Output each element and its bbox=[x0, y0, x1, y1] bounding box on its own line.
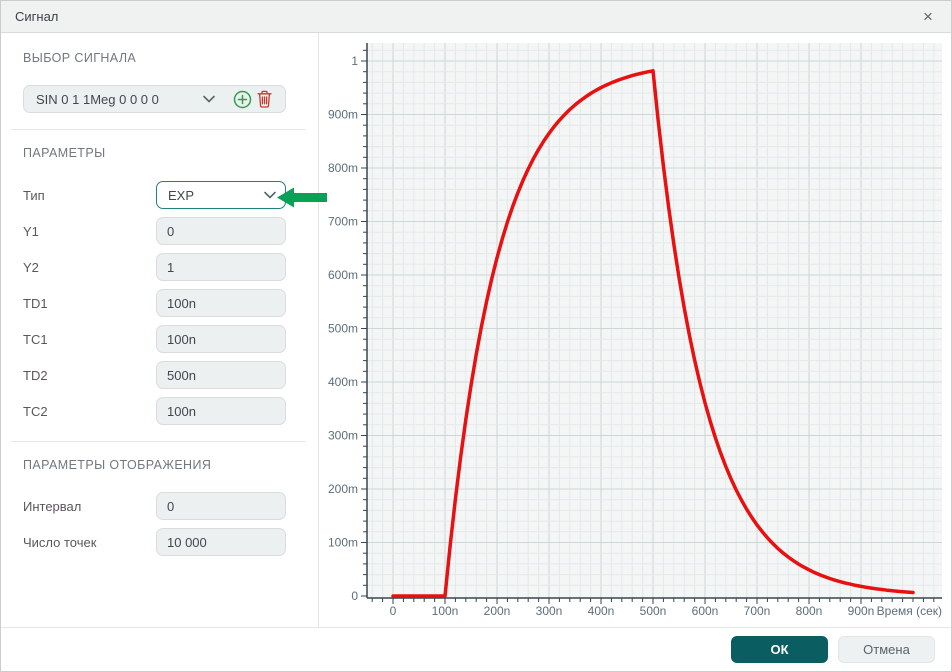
param-label: Число точек bbox=[23, 535, 156, 550]
type-select-value: EXP bbox=[168, 188, 264, 203]
section-signal-select: ВЫБОР СИГНАЛА bbox=[23, 51, 318, 65]
chevron-down-icon bbox=[264, 191, 276, 199]
points-count-field[interactable] bbox=[156, 528, 286, 556]
svg-text:800n: 800n bbox=[796, 604, 823, 618]
tc1-field[interactable] bbox=[156, 325, 286, 353]
svg-text:700n: 700n bbox=[744, 604, 771, 618]
svg-text:600n: 600n bbox=[692, 604, 719, 618]
svg-text:400n: 400n bbox=[588, 604, 615, 618]
param-label: Y2 bbox=[23, 260, 156, 275]
svg-text:500m: 500m bbox=[328, 322, 358, 336]
divider bbox=[11, 441, 306, 442]
signal-plot: 0 100n 200n 300n 400n 500n 600n 700n 800n 900n 0 10… bbox=[319, 33, 950, 627]
param-label: TD1 bbox=[23, 296, 156, 311]
signal-dropdown-value: SIN 0 1 1Meg 0 0 0 0 bbox=[36, 92, 203, 107]
param-row-type: Тип EXP bbox=[23, 181, 318, 209]
param-label: Тип bbox=[23, 188, 156, 203]
cancel-button[interactable]: Отмена bbox=[838, 636, 935, 663]
titlebar: Сигнал × bbox=[1, 1, 951, 33]
footer: ОК Отмена bbox=[1, 627, 951, 671]
svg-text:400m: 400m bbox=[328, 375, 358, 389]
svg-text:200m: 200m bbox=[328, 482, 358, 496]
settings-panel: ВЫБОР СИГНАЛА SIN 0 1 1Meg 0 0 0 0 bbox=[1, 33, 319, 627]
svg-text:100n: 100n bbox=[432, 604, 459, 618]
param-label: Интервал bbox=[23, 499, 156, 514]
svg-text:200n: 200n bbox=[484, 604, 511, 618]
section-parameters: ПАРАМЕТРЫ bbox=[23, 146, 318, 160]
svg-text:900n: 900n bbox=[848, 604, 875, 618]
param-row-td2: TD2 bbox=[23, 361, 318, 389]
svg-text:800m: 800m bbox=[328, 161, 358, 175]
chart-panel: 0 100n 200n 300n 400n 500n 600n 700n 800n 900n 0 10… bbox=[319, 33, 951, 627]
dialog-title: Сигнал bbox=[15, 9, 58, 24]
svg-text:300m: 300m bbox=[328, 429, 358, 443]
param-row-tc2: TC2 bbox=[23, 397, 318, 425]
chevron-down-icon[interactable] bbox=[203, 95, 215, 103]
svg-text:Время (сек): Время (сек) bbox=[877, 604, 942, 618]
interval-field[interactable] bbox=[156, 492, 286, 520]
svg-text:300n: 300n bbox=[536, 604, 563, 618]
divider bbox=[11, 129, 306, 130]
svg-text:0: 0 bbox=[390, 604, 397, 618]
add-signal-button[interactable] bbox=[231, 88, 253, 110]
td1-field[interactable] bbox=[156, 289, 286, 317]
param-label: TC2 bbox=[23, 404, 156, 419]
param-label: Y1 bbox=[23, 224, 156, 239]
delete-signal-button[interactable] bbox=[253, 88, 275, 110]
param-row-interval: Интервал bbox=[23, 492, 318, 520]
type-select[interactable]: EXP bbox=[156, 181, 286, 209]
section-display-parameters: ПАРАМЕТРЫ ОТОБРАЖЕНИЯ bbox=[23, 458, 318, 472]
dialog-body: ВЫБОР СИГНАЛА SIN 0 1 1Meg 0 0 0 0 bbox=[1, 33, 951, 627]
svg-text:0: 0 bbox=[351, 589, 358, 603]
add-circle-icon bbox=[233, 90, 252, 109]
close-icon[interactable]: × bbox=[917, 6, 939, 28]
svg-text:500n: 500n bbox=[640, 604, 667, 618]
svg-text:1: 1 bbox=[351, 54, 358, 68]
param-row-y1: Y1 bbox=[23, 217, 318, 245]
trash-icon bbox=[257, 90, 272, 108]
svg-text:100m: 100m bbox=[328, 536, 358, 550]
param-row-tc1: TC1 bbox=[23, 325, 318, 353]
signal-dialog: Сигнал × ВЫБОР СИГНАЛА SIN 0 1 1Meg 0 0 … bbox=[0, 0, 952, 672]
td2-field[interactable] bbox=[156, 361, 286, 389]
param-row-td1: TD1 bbox=[23, 289, 318, 317]
y2-field[interactable] bbox=[156, 253, 286, 281]
tc2-field[interactable] bbox=[156, 397, 286, 425]
y1-field[interactable] bbox=[156, 217, 286, 245]
param-row-points-count: Число точек bbox=[23, 528, 318, 556]
svg-text:700m: 700m bbox=[328, 215, 358, 229]
param-label: TC1 bbox=[23, 332, 156, 347]
svg-text:600m: 600m bbox=[328, 268, 358, 282]
signal-dropdown[interactable]: SIN 0 1 1Meg 0 0 0 0 bbox=[23, 85, 286, 113]
param-label: TD2 bbox=[23, 368, 156, 383]
param-row-y2: Y2 bbox=[23, 253, 318, 281]
svg-text:900m: 900m bbox=[328, 108, 358, 122]
ok-button[interactable]: ОК bbox=[731, 636, 828, 663]
